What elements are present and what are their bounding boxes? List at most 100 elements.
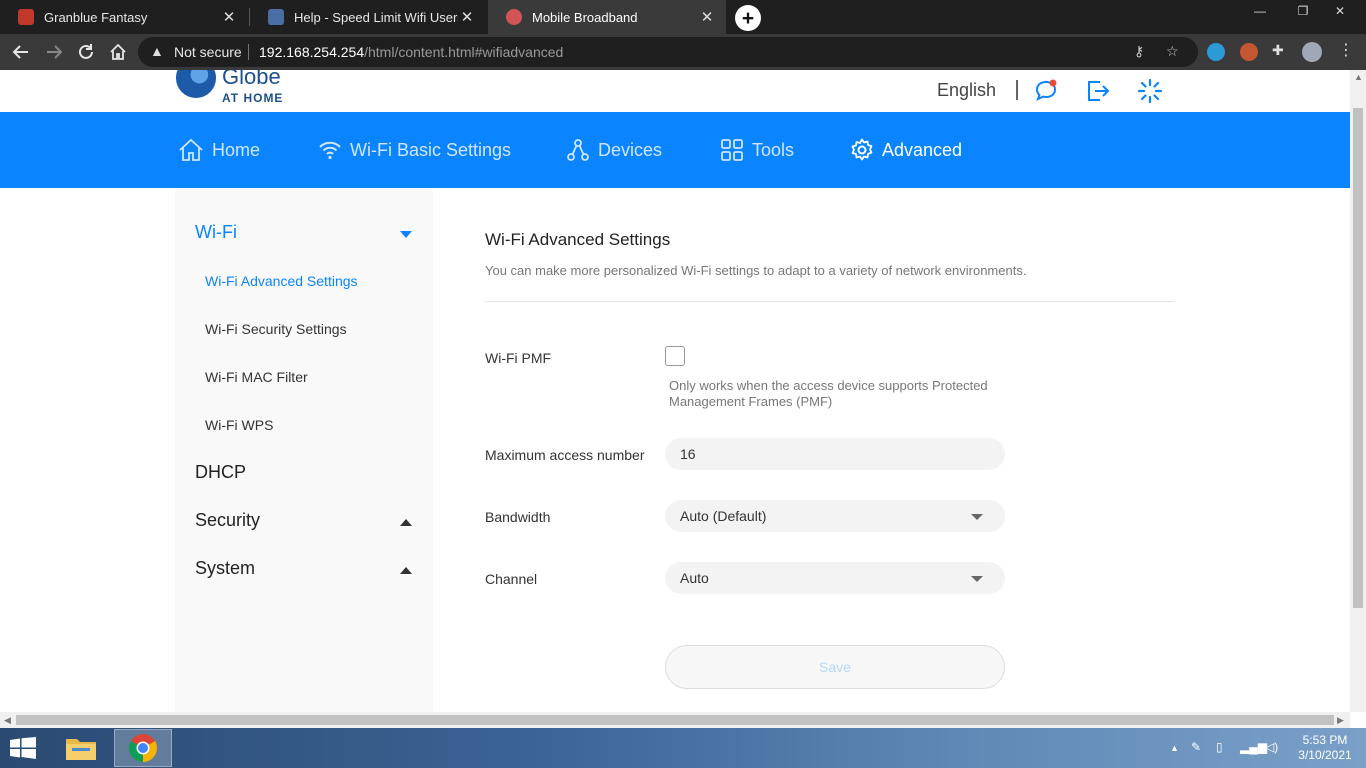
- globe-logo-icon: [176, 70, 216, 98]
- minimize-button[interactable]: —: [1240, 0, 1280, 22]
- wifi-pmf-hint: Only works when the access device suppor…: [669, 378, 988, 409]
- max-access-label: Maximum access number: [485, 447, 645, 463]
- loading-button[interactable]: [1137, 78, 1163, 104]
- address-bar[interactable]: ▲ Not secure 192.168.254.254/html/conten…: [138, 37, 1198, 67]
- logo-subtext: AT HOME: [222, 91, 284, 105]
- sidebar-group-system[interactable]: System: [195, 558, 255, 579]
- close-tab-icon[interactable]: ✕: [220, 8, 238, 26]
- profile-avatar[interactable]: [1302, 42, 1322, 62]
- advanced-sidebar: Wi-Fi Wi-Fi Advanced Settings Wi-Fi Secu…: [175, 188, 433, 712]
- browser-tab-help[interactable]: Help - Speed Limit Wifi Users in G ✕: [250, 0, 486, 34]
- save-button[interactable]: Save: [665, 645, 1005, 689]
- chevron-up-icon[interactable]: [400, 567, 412, 574]
- volume-icon[interactable]: ◁): [1265, 740, 1278, 754]
- nav-devices[interactable]: Devices: [566, 112, 662, 188]
- back-button[interactable]: [9, 40, 33, 64]
- clock-date: 3/10/2021: [1298, 748, 1352, 762]
- nav-advanced[interactable]: Advanced: [850, 112, 962, 188]
- reload-icon: [79, 44, 93, 59]
- page-header: Globe AT HOME English: [0, 70, 1350, 112]
- language-selector[interactable]: English: [937, 80, 996, 101]
- close-tab-icon[interactable]: ✕: [698, 8, 716, 26]
- tools-icon: [721, 139, 743, 161]
- omnibox-divider: [248, 44, 249, 60]
- url-path: /html/content.html#wifiadvanced: [364, 44, 564, 60]
- bookmark-star-icon[interactable]: ☆: [1166, 43, 1179, 60]
- windows-logo-icon: [10, 737, 36, 759]
- dropdown-caret-icon: [971, 576, 983, 582]
- sidebar-group-wifi[interactable]: Wi-Fi: [195, 222, 237, 243]
- taskbar-chrome[interactable]: [114, 729, 172, 767]
- logout-button[interactable]: [1085, 78, 1111, 104]
- sidebar-item-wifi-security-settings[interactable]: Wi-Fi Security Settings: [205, 321, 347, 337]
- scroll-left-arrow-icon[interactable]: ◀: [4, 715, 11, 726]
- key-icon[interactable]: ⚷: [1134, 43, 1144, 60]
- loading-spinner-icon: [1137, 78, 1163, 104]
- browser-menu-icon[interactable]: ⋮: [1338, 40, 1356, 59]
- logout-icon: [1088, 81, 1110, 101]
- chevron-up-icon[interactable]: [400, 519, 412, 526]
- tray-app-icon[interactable]: ✎: [1191, 740, 1201, 754]
- home-icon: [179, 138, 203, 161]
- chevron-down-icon[interactable]: [400, 231, 412, 238]
- sidebar-item-wifi-mac-filter[interactable]: Wi-Fi MAC Filter: [205, 369, 308, 385]
- vertical-scroll-thumb[interactable]: [1353, 108, 1363, 608]
- sidebar-item-wifi-wps[interactable]: Wi-Fi WPS: [205, 417, 273, 433]
- forward-arrow-icon: [47, 45, 63, 59]
- not-secure-label[interactable]: Not secure: [174, 44, 242, 60]
- battery-icon[interactable]: ▯: [1216, 740, 1223, 754]
- warning-icon[interactable]: ▲: [150, 43, 164, 59]
- start-button[interactable]: [10, 737, 36, 764]
- wifi-pmf-checkbox[interactable]: [665, 346, 685, 366]
- sidebar-item-wifi-advanced-settings[interactable]: Wi-Fi Advanced Settings: [205, 273, 358, 289]
- home-browser-button[interactable]: [106, 40, 130, 64]
- extensions-puzzle-icon[interactable]: ✚: [1272, 42, 1290, 60]
- sidebar-group-dhcp[interactable]: DHCP: [195, 462, 246, 483]
- browser-tab-granblue[interactable]: Granblue Fantasy ✕: [0, 0, 248, 34]
- tab-label: Granblue Fantasy: [44, 9, 148, 25]
- restore-button[interactable]: ❐: [1283, 0, 1323, 22]
- main-navigation: Home Wi-Fi Basic Settings Devices Tools …: [0, 112, 1350, 188]
- show-hidden-icons-icon[interactable]: ▲: [1170, 743, 1179, 753]
- new-tab-button[interactable]: +: [735, 5, 761, 31]
- bandwidth-value: Auto (Default): [680, 508, 767, 524]
- browser-tab-mobile-broadband[interactable]: Mobile Broadband ✕: [488, 0, 726, 34]
- page-title: Wi-Fi Advanced Settings: [485, 230, 671, 249]
- max-access-input[interactable]: [680, 446, 1005, 462]
- scroll-up-arrow-icon[interactable]: ▲: [1354, 72, 1363, 82]
- browser-tab-strip: Granblue Fantasy ✕ Help - Speed Limit Wi…: [0, 0, 1366, 34]
- channel-value: Auto: [680, 570, 709, 586]
- vertical-scrollbar[interactable]: ▲: [1350, 70, 1366, 712]
- close-window-button[interactable]: ✕: [1320, 0, 1360, 22]
- system-clock[interactable]: 5:53 PM 3/10/2021: [1290, 733, 1360, 763]
- help-favicon-icon: [268, 9, 284, 25]
- network-signal-icon[interactable]: ▂▄▆: [1240, 740, 1267, 754]
- channel-select[interactable]: Auto: [665, 562, 1005, 594]
- sidebar-group-security[interactable]: Security: [195, 510, 260, 531]
- nav-tools[interactable]: Tools: [720, 112, 794, 188]
- horizontal-scrollbar[interactable]: ◀ ▶: [0, 712, 1350, 728]
- nav-tools-label: Tools: [752, 139, 795, 160]
- reload-button[interactable]: [74, 40, 98, 64]
- forward-button[interactable]: [42, 40, 66, 64]
- bandwidth-label: Bandwidth: [485, 509, 551, 525]
- cookie-extension-icon[interactable]: [1240, 43, 1258, 61]
- back-arrow-icon: [12, 45, 28, 59]
- scroll-right-arrow-icon[interactable]: ▶: [1337, 715, 1344, 726]
- wifi-advanced-settings-panel: Wi-Fi Advanced Settings You can make mor…: [485, 188, 1175, 712]
- bandwidth-select[interactable]: Auto (Default): [665, 500, 1005, 532]
- tab-label: Mobile Broadband: [532, 9, 638, 25]
- url-text[interactable]: 192.168.254.254/html/content.html#wifiad…: [259, 44, 563, 60]
- grammarly-extension-icon[interactable]: [1207, 43, 1225, 61]
- gear-icon: [851, 138, 873, 161]
- horizontal-scroll-thumb[interactable]: [16, 715, 1334, 725]
- home-browser-icon: [110, 43, 126, 60]
- wifi-pmf-label: Wi-Fi PMF: [485, 350, 552, 366]
- dropdown-caret-icon: [971, 514, 983, 520]
- nav-home[interactable]: Home: [178, 112, 260, 188]
- close-tab-icon[interactable]: ✕: [458, 8, 476, 26]
- max-access-field[interactable]: [665, 438, 1005, 470]
- taskbar-file-explorer[interactable]: [52, 729, 110, 767]
- nav-wifi-basic-settings[interactable]: Wi-Fi Basic Settings: [318, 112, 511, 188]
- messages-button[interactable]: [1033, 78, 1059, 104]
